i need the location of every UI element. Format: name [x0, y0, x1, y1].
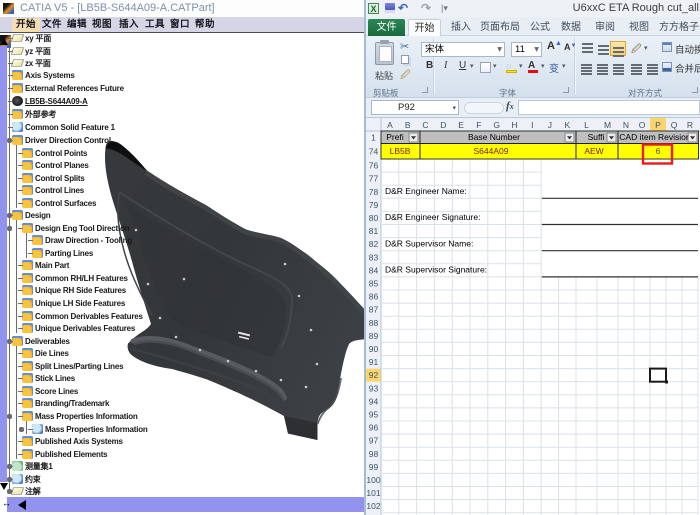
svg-text:D&R Supervisor Signature:: D&R Supervisor Signature:	[385, 265, 487, 275]
svg-text:79: 79	[369, 200, 379, 210]
svg-text:Base Number: Base Number	[468, 132, 520, 142]
svg-text:Prefi: Prefi	[386, 132, 404, 142]
svg-text:97: 97	[369, 436, 379, 446]
svg-text:F: F	[476, 120, 481, 130]
svg-text:98: 98	[369, 449, 379, 459]
svg-text:94: 94	[369, 396, 379, 406]
svg-text:Q: Q	[671, 120, 678, 130]
svg-text:80: 80	[369, 213, 379, 223]
svg-text:101: 101	[366, 488, 380, 498]
svg-text:78: 78	[369, 187, 379, 197]
svg-text:76: 76	[369, 161, 379, 171]
svg-text:D&R Engineer Signature:: D&R Engineer Signature:	[385, 212, 480, 222]
svg-text:D&R Supervisor Name:: D&R Supervisor Name:	[385, 238, 473, 248]
svg-text:92: 92	[369, 370, 379, 380]
svg-text:89: 89	[369, 331, 379, 341]
svg-text:D: D	[440, 120, 446, 130]
svg-text:B: B	[405, 120, 411, 130]
svg-text:I: I	[531, 120, 533, 130]
svg-text:86: 86	[369, 292, 379, 302]
svg-text:6: 6	[656, 146, 661, 156]
svg-text:S644A09: S644A09	[474, 146, 509, 156]
svg-text:K: K	[564, 120, 570, 130]
svg-text:74: 74	[369, 146, 379, 156]
svg-text:C: C	[422, 120, 428, 130]
svg-text:88: 88	[369, 318, 379, 328]
svg-text:96: 96	[369, 423, 379, 433]
svg-text:D&R Engineer Name:: D&R Engineer Name:	[385, 186, 467, 196]
svg-text:83: 83	[369, 252, 379, 262]
svg-text:93: 93	[369, 383, 379, 393]
svg-text:H: H	[511, 120, 517, 130]
svg-text:O: O	[639, 120, 646, 130]
svg-text:LB5B: LB5B	[390, 146, 411, 156]
svg-text:82: 82	[369, 239, 379, 249]
svg-text:AEW: AEW	[584, 146, 603, 156]
svg-text:E: E	[458, 120, 464, 130]
svg-text:N: N	[623, 120, 629, 130]
svg-text:Suffi: Suffi	[588, 132, 605, 142]
svg-text:J: J	[548, 120, 552, 130]
svg-text:A: A	[387, 120, 393, 130]
svg-text:R: R	[687, 120, 693, 130]
svg-text:1: 1	[371, 132, 376, 142]
svg-text:95: 95	[369, 409, 379, 419]
svg-text:100: 100	[366, 475, 380, 485]
svg-text:L: L	[584, 120, 589, 130]
svg-text:M: M	[604, 120, 611, 130]
svg-text:CAD item Revisior: CAD item Revisior	[619, 132, 689, 142]
svg-text:77: 77	[369, 174, 379, 184]
svg-text:85: 85	[369, 278, 379, 288]
svg-text:84: 84	[369, 265, 379, 275]
svg-text:P: P	[655, 120, 661, 130]
svg-text:90: 90	[369, 344, 379, 354]
svg-text:102: 102	[366, 501, 380, 511]
svg-text:G: G	[493, 120, 500, 130]
svg-text:91: 91	[369, 357, 379, 367]
svg-text:99: 99	[369, 462, 379, 472]
svg-text:87: 87	[369, 305, 379, 315]
svg-text:81: 81	[369, 226, 379, 236]
